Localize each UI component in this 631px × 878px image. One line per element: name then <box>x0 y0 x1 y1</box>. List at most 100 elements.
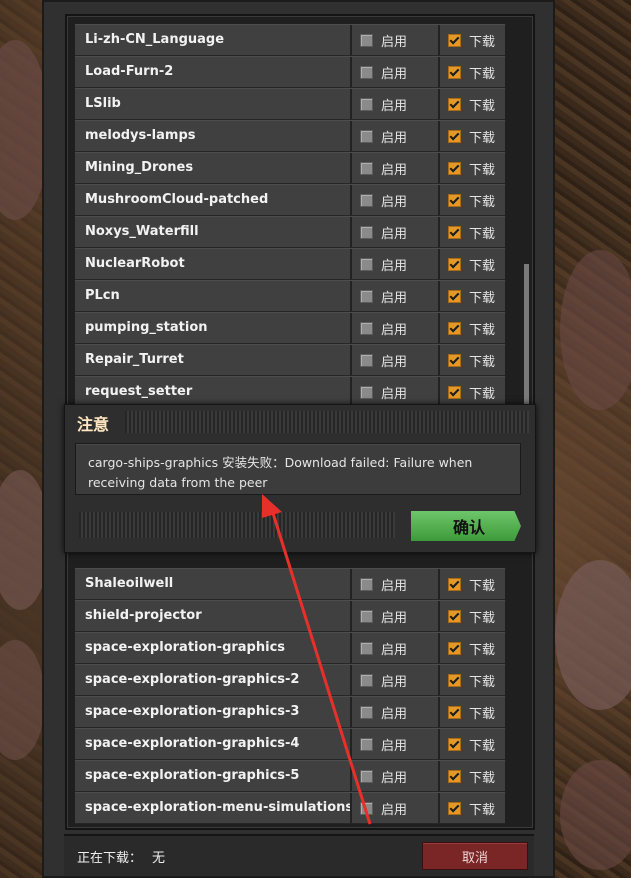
table-row[interactable]: space-exploration-graphics-4 启用 下载 <box>75 728 505 760</box>
download-toggle[interactable]: 下载 <box>440 217 503 247</box>
download-checkbox[interactable] <box>448 161 461 175</box>
enable-toggle[interactable]: 启用 <box>352 281 440 311</box>
table-row[interactable]: space-exploration-graphics-5 启用 下载 <box>75 760 505 792</box>
download-checkbox[interactable] <box>448 33 461 47</box>
enable-toggle[interactable]: 启用 <box>352 217 440 247</box>
table-row[interactable]: LSlib 启用 下载 <box>75 88 505 120</box>
download-toggle[interactable]: 下载 <box>440 569 503 599</box>
table-row[interactable]: PLcn 启用 下载 <box>75 280 505 312</box>
enable-toggle[interactable]: 启用 <box>352 633 440 663</box>
enable-checkbox[interactable] <box>360 193 373 207</box>
table-row[interactable]: Noxys_Waterfill 启用 下载 <box>75 216 505 248</box>
enable-checkbox[interactable] <box>360 705 373 719</box>
enable-toggle[interactable]: 启用 <box>352 57 440 87</box>
enable-toggle[interactable]: 启用 <box>352 313 440 343</box>
download-checkbox[interactable] <box>448 321 461 335</box>
download-toggle[interactable]: 下载 <box>440 761 503 791</box>
download-checkbox[interactable] <box>448 129 461 143</box>
table-row[interactable]: melodys-lamps 启用 下载 <box>75 120 505 152</box>
enable-toggle[interactable]: 启用 <box>352 345 440 375</box>
enable-toggle[interactable]: 启用 <box>352 25 440 55</box>
enable-toggle[interactable]: 启用 <box>352 377 440 407</box>
enable-checkbox[interactable] <box>360 97 373 111</box>
download-toggle[interactable]: 下载 <box>440 249 503 279</box>
download-toggle[interactable]: 下载 <box>440 57 503 87</box>
enable-checkbox[interactable] <box>360 33 373 47</box>
table-row[interactable]: shield-projector 启用 下载 <box>75 600 505 632</box>
table-row[interactable]: Load-Furn-2 启用 下载 <box>75 56 505 88</box>
enable-toggle[interactable]: 启用 <box>352 697 440 727</box>
download-toggle[interactable]: 下载 <box>440 313 503 343</box>
download-checkbox[interactable] <box>448 801 461 815</box>
table-row[interactable]: Li-zh-CN_Language 启用 下载 <box>75 24 505 56</box>
download-toggle[interactable]: 下载 <box>440 185 503 215</box>
enable-checkbox[interactable] <box>360 641 373 655</box>
enable-toggle[interactable]: 启用 <box>352 185 440 215</box>
download-toggle[interactable]: 下载 <box>440 697 503 727</box>
download-toggle[interactable]: 下载 <box>440 89 503 119</box>
scrollbar[interactable] <box>524 264 529 404</box>
download-toggle[interactable]: 下载 <box>440 793 503 823</box>
download-checkbox[interactable] <box>448 257 461 271</box>
enable-toggle[interactable]: 启用 <box>352 89 440 119</box>
download-checkbox[interactable] <box>448 705 461 719</box>
download-checkbox[interactable] <box>448 65 461 79</box>
table-row[interactable]: space-exploration-graphics-3 启用 下载 <box>75 696 505 728</box>
download-checkbox[interactable] <box>448 97 461 111</box>
download-checkbox[interactable] <box>448 193 461 207</box>
cancel-button[interactable]: 取消 <box>422 842 528 870</box>
download-toggle[interactable]: 下载 <box>440 633 503 663</box>
download-checkbox[interactable] <box>448 353 461 367</box>
enable-checkbox[interactable] <box>360 801 373 815</box>
download-checkbox[interactable] <box>448 577 461 591</box>
download-checkbox[interactable] <box>448 737 461 751</box>
table-row[interactable]: MushroomCloud-patched 启用 下载 <box>75 184 505 216</box>
table-row[interactable]: space-exploration-graphics 启用 下载 <box>75 632 505 664</box>
download-toggle[interactable]: 下载 <box>440 281 503 311</box>
enable-checkbox[interactable] <box>360 65 373 79</box>
enable-checkbox[interactable] <box>360 385 373 399</box>
table-row[interactable]: pumping_station 启用 下载 <box>75 312 505 344</box>
download-checkbox[interactable] <box>448 385 461 399</box>
enable-checkbox[interactable] <box>360 737 373 751</box>
enable-checkbox[interactable] <box>360 257 373 271</box>
download-toggle[interactable]: 下载 <box>440 121 503 151</box>
confirm-button[interactable]: 确认 <box>411 511 521 541</box>
download-toggle[interactable]: 下载 <box>440 729 503 759</box>
enable-toggle[interactable]: 启用 <box>352 793 440 823</box>
download-toggle[interactable]: 下载 <box>440 25 503 55</box>
enable-checkbox[interactable] <box>360 321 373 335</box>
dialog-drag-handle[interactable] <box>125 411 529 433</box>
download-checkbox[interactable] <box>448 641 461 655</box>
enable-toggle[interactable]: 启用 <box>352 665 440 695</box>
download-toggle[interactable]: 下载 <box>440 345 503 375</box>
download-toggle[interactable]: 下载 <box>440 665 503 695</box>
table-row[interactable]: space-exploration-menu-simulations 启用 下载 <box>75 792 505 824</box>
download-toggle[interactable]: 下载 <box>440 601 503 631</box>
enable-toggle[interactable]: 启用 <box>352 569 440 599</box>
download-checkbox[interactable] <box>448 289 461 303</box>
table-row[interactable]: Shaleoilwell 启用 下载 <box>75 568 505 600</box>
enable-toggle[interactable]: 启用 <box>352 153 440 183</box>
enable-checkbox[interactable] <box>360 769 373 783</box>
download-checkbox[interactable] <box>448 609 461 623</box>
table-row[interactable]: NuclearRobot 启用 下载 <box>75 248 505 280</box>
enable-checkbox[interactable] <box>360 289 373 303</box>
download-toggle[interactable]: 下载 <box>440 377 503 407</box>
enable-checkbox[interactable] <box>360 225 373 239</box>
table-row[interactable]: Repair_Turret 启用 下载 <box>75 344 505 376</box>
table-row[interactable]: space-exploration-graphics-2 启用 下载 <box>75 664 505 696</box>
enable-toggle[interactable]: 启用 <box>352 601 440 631</box>
enable-checkbox[interactable] <box>360 673 373 687</box>
enable-checkbox[interactable] <box>360 129 373 143</box>
enable-toggle[interactable]: 启用 <box>352 121 440 151</box>
enable-checkbox[interactable] <box>360 609 373 623</box>
table-row[interactable]: Mining_Drones 启用 下载 <box>75 152 505 184</box>
enable-toggle[interactable]: 启用 <box>352 249 440 279</box>
download-checkbox[interactable] <box>448 673 461 687</box>
download-toggle[interactable]: 下载 <box>440 153 503 183</box>
enable-checkbox[interactable] <box>360 353 373 367</box>
enable-toggle[interactable]: 启用 <box>352 729 440 759</box>
enable-checkbox[interactable] <box>360 577 373 591</box>
download-checkbox[interactable] <box>448 225 461 239</box>
